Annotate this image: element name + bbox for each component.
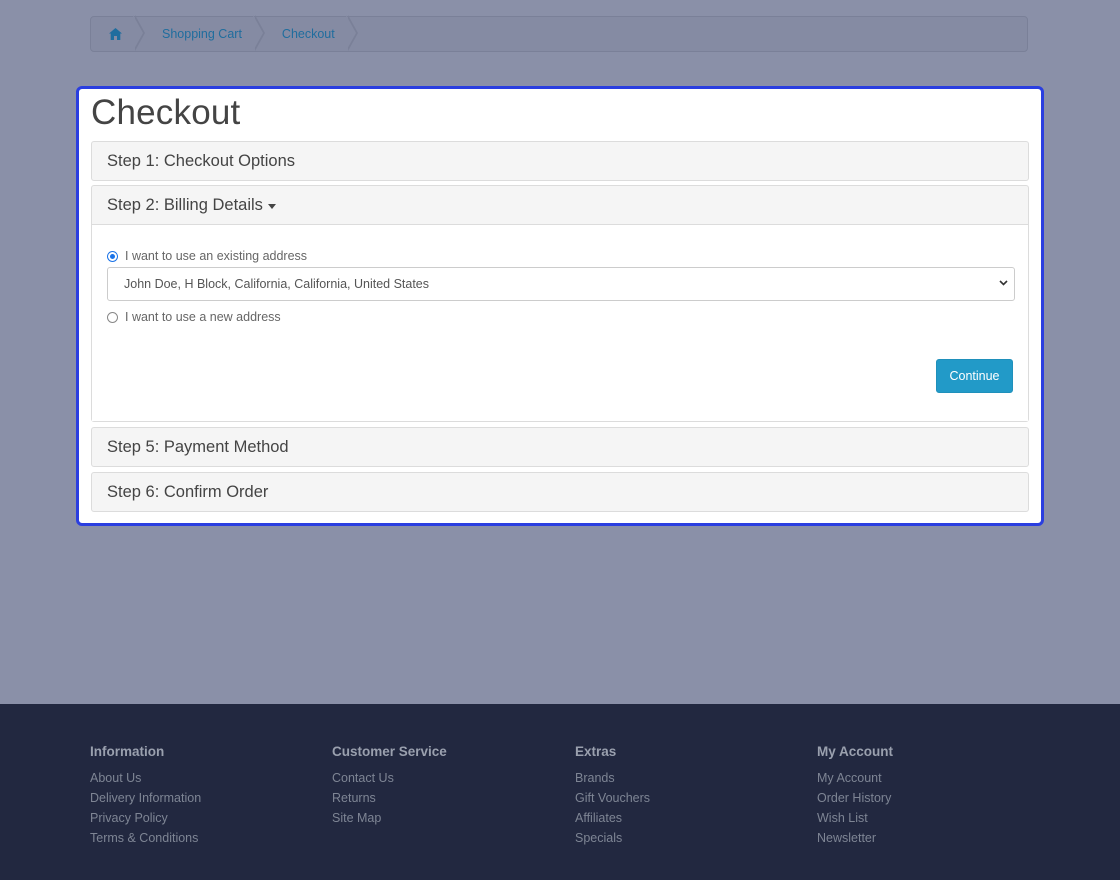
step-payment-method[interactable]: Step 5: Payment Method — [91, 427, 1029, 467]
home-icon — [109, 28, 122, 40]
footer-link-about-us[interactable]: About Us — [90, 768, 201, 788]
existing-address-option[interactable]: I want to use an existing address — [107, 249, 307, 263]
chevron-down-icon — [999, 280, 1008, 286]
footer-column-information: Information About Us Delivery Informatio… — [90, 744, 201, 848]
footer-column-customer-service: Customer Service Contact Us Returns Site… — [332, 744, 447, 828]
breadcrumb-shopping-cart[interactable]: Shopping Cart — [144, 15, 265, 52]
step-confirm-order-heading[interactable]: Step 6: Confirm Order — [92, 473, 1028, 511]
caret-down-icon — [267, 203, 276, 209]
address-select-value: John Doe, H Block, California, Californi… — [124, 277, 430, 291]
step-billing-details-heading[interactable]: Step 2: Billing Details — [92, 186, 1028, 224]
step-billing-details: Step 2: Billing Details I want to use an… — [91, 185, 1029, 422]
step-payment-method-heading[interactable]: Step 5: Payment Method — [92, 428, 1028, 466]
footer-link-wish-list[interactable]: Wish List — [817, 808, 893, 828]
footer-link-terms-conditions[interactable]: Terms & Conditions — [90, 828, 201, 848]
footer-link-contact-us[interactable]: Contact Us — [332, 768, 447, 788]
existing-address-label: I want to use an existing address — [125, 249, 308, 263]
footer-link-gift-vouchers[interactable]: Gift Vouchers — [575, 788, 650, 808]
step-checkout-options-heading[interactable]: Step 1: Checkout Options — [92, 142, 1028, 180]
footer-link-delivery-information[interactable]: Delivery Information — [90, 788, 201, 808]
step-confirm-order[interactable]: Step 6: Confirm Order — [91, 472, 1029, 512]
footer-link-site-map[interactable]: Site Map — [332, 808, 447, 828]
footer-heading: My Account — [817, 744, 894, 759]
footer-link-my-account[interactable]: My Account — [817, 768, 893, 788]
footer-link-brands[interactable]: Brands — [575, 768, 650, 788]
new-address-option[interactable]: I want to use a new address — [107, 310, 281, 324]
footer-link-newsletter[interactable]: Newsletter — [817, 828, 893, 848]
footer-column-extras: Extras Brands Gift Vouchers Affiliates S… — [575, 744, 650, 848]
footer-link-privacy-policy[interactable]: Privacy Policy — [90, 808, 201, 828]
new-address-label: I want to use a new address — [125, 310, 281, 324]
footer-heading: Information — [90, 744, 165, 759]
breadcrumb-checkout[interactable]: Checkout — [264, 15, 358, 52]
footer-link-affiliates[interactable]: Affiliates — [575, 808, 650, 828]
address-select[interactable]: John Doe, H Block, California, Californi… — [107, 267, 1015, 301]
footer-heading: Extras — [575, 744, 617, 759]
footer-column-my-account: My Account My Account Order History Wish… — [817, 744, 893, 848]
footer-link-order-history[interactable]: Order History — [817, 788, 893, 808]
checkout-panel: Checkout Step 1: Checkout Options Step 2… — [76, 86, 1044, 526]
footer-heading: Customer Service — [332, 744, 447, 759]
billing-details-body: I want to use an existing address John D… — [92, 224, 1028, 421]
existing-address-radio[interactable] — [107, 250, 118, 262]
new-address-radio[interactable] — [107, 311, 118, 323]
step-billing-details-label: Step 2: Billing Details — [107, 195, 263, 214]
continue-button[interactable]: Continue — [936, 359, 1013, 393]
site-footer: Information About Us Delivery Informatio… — [0, 704, 1120, 880]
breadcrumb: Shopping Cart Checkout — [90, 15, 1028, 52]
step-checkout-options[interactable]: Step 1: Checkout Options — [91, 141, 1029, 181]
breadcrumb-home[interactable] — [91, 15, 145, 52]
footer-link-specials[interactable]: Specials — [575, 828, 650, 848]
footer-link-returns[interactable]: Returns — [332, 788, 447, 808]
page-title: Checkout — [91, 93, 241, 132]
